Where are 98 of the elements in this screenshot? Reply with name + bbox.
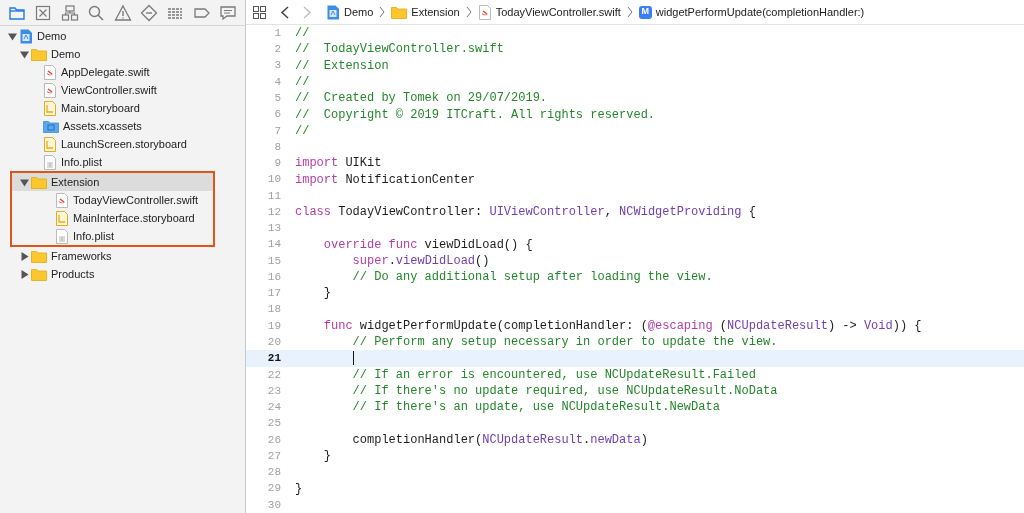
tree-item[interactable]: TodayViewController.swift [73, 191, 199, 209]
folder-icon [31, 47, 47, 61]
code-line: // [295, 122, 310, 140]
line-number: 22 [266, 367, 281, 383]
swift-file-icon [43, 64, 57, 80]
line-number: 27 [266, 448, 281, 464]
folder-icon [391, 5, 408, 19]
line-number: 10 [266, 172, 281, 188]
line-number: 29 [266, 481, 281, 497]
line-number: 16 [266, 269, 281, 285]
back-icon[interactable] [280, 5, 290, 19]
line-number: 4 [273, 74, 281, 90]
breadcrumb-item[interactable]: Demo [344, 3, 374, 21]
tree-item[interactable]: Info.plist [61, 153, 102, 171]
line-number: 15 [266, 253, 281, 269]
swift-file-icon [43, 82, 57, 98]
code-line: // [295, 25, 310, 43]
code-line: // TodayViewController.swift [295, 41, 504, 59]
code-line: override func viewDidLoad() { [322, 236, 533, 254]
line-number: 13 [266, 221, 281, 237]
line-number: 28 [266, 465, 281, 481]
tree-item[interactable]: Products [51, 265, 95, 283]
project-icon [19, 28, 33, 44]
line-number: 2 [273, 42, 281, 58]
expanded-triangle-icon[interactable] [8, 31, 17, 41]
code-line: // Copyright © 2019 ITCraft. All rights reserved. [295, 106, 656, 124]
code-line: } [322, 285, 331, 303]
line-number: 24 [266, 400, 281, 416]
tree-item[interactable]: Frameworks [51, 247, 112, 265]
collapsed-triangle-icon[interactable] [20, 251, 29, 261]
tree-item[interactable]: Demo [51, 45, 81, 63]
storyboard-file-icon [55, 210, 69, 226]
chevron-icon [379, 7, 386, 17]
line-number: 25 [266, 416, 281, 432]
line-number: 21 [266, 351, 281, 367]
plist-file-icon [55, 228, 69, 244]
line-number: 26 [266, 432, 281, 448]
code-line: } [322, 448, 331, 466]
code-line: // Do any additional setup after loading the view. [351, 269, 713, 287]
line-number: 23 [266, 383, 281, 399]
line-number: 7 [273, 123, 281, 139]
tree-item[interactable]: ViewController.swift [61, 81, 157, 99]
folder-icon [31, 249, 47, 263]
project-icon [326, 4, 340, 20]
code-line: } [295, 480, 303, 498]
line-number: 3 [273, 58, 281, 74]
code-line: class TodayViewController: UIViewController, NCWidgetProviding { [295, 204, 756, 222]
storyboard-file-icon [43, 100, 57, 116]
line-number: 9 [273, 156, 281, 172]
line-number: 14 [266, 237, 281, 253]
storyboard-file-icon [43, 136, 57, 152]
swift-file-icon [477, 4, 492, 20]
breadcrumb-item[interactable]: widgetPerformUpdate(completionHandler:) [655, 3, 865, 21]
text-cursor [352, 351, 354, 366]
chevron-icon [465, 7, 472, 17]
line-number: 5 [273, 91, 281, 106]
code-line: // Extension [295, 57, 389, 75]
code-line: // Created by Tomek on 29/07/2019. [295, 90, 548, 108]
code-line: // If there's an update, use NCUpdateResult.NewData [351, 399, 720, 417]
chevron-icon [626, 7, 633, 17]
line-number: 20 [266, 334, 281, 350]
line-number: 11 [266, 188, 281, 204]
folder-icon [31, 175, 47, 189]
code-line: // [295, 73, 310, 91]
line-number: 8 [273, 139, 281, 155]
breadcrumb-item[interactable]: TodayViewController.swift [495, 3, 621, 21]
collapsed-triangle-icon[interactable] [20, 269, 29, 279]
code-line: // Perform any setup necessary in order to update the view. [351, 334, 778, 352]
code-line: // If there's no update required, use NCUpdateResult.NoData [351, 383, 778, 400]
tree-item[interactable]: Assets.xcassets [63, 117, 142, 135]
code-line: super.viewDidLoad() [351, 252, 490, 270]
code-line: func widgetPerformUpdate(completionHandler: (@escaping (NCUpdateResult) -> Void)) { [322, 317, 922, 335]
tree-item[interactable]: LaunchScreen.storyboard [61, 135, 187, 153]
breadcrumb-item[interactable]: Extension [411, 3, 460, 21]
line-number: 6 [273, 107, 281, 123]
line-number: 1 [273, 25, 281, 41]
line-number: 18 [266, 302, 281, 318]
line-number: 12 [266, 204, 281, 220]
tree-item[interactable]: AppDelegate.swift [61, 63, 150, 81]
plist-file-icon [43, 154, 57, 170]
asset-folder-icon [43, 119, 59, 133]
swift-file-icon [55, 192, 69, 208]
tree-item[interactable]: Demo [37, 27, 67, 45]
line-number: 30 [266, 497, 281, 513]
tree-item[interactable]: Info.plist [73, 227, 114, 245]
tree-item[interactable]: MainInterface.storyboard [73, 209, 195, 227]
line-number: 19 [266, 318, 281, 334]
line-number: 17 [266, 286, 281, 302]
folder-icon [31, 267, 47, 281]
code-line: // If an error is encountered, use NCUpdateResult.Failed [351, 366, 756, 384]
code-line: import UIKit [295, 155, 382, 173]
tree-item[interactable]: Main.storyboard [61, 99, 140, 117]
expanded-triangle-icon[interactable] [20, 49, 29, 59]
method-badge: M [638, 5, 652, 19]
grid-icon[interactable] [253, 5, 266, 19]
code-line: import NotificationCenter [295, 171, 476, 189]
code-line: completionHandler(NCUpdateResult.newData) [351, 431, 648, 449]
expanded-triangle-icon[interactable] [20, 177, 29, 187]
